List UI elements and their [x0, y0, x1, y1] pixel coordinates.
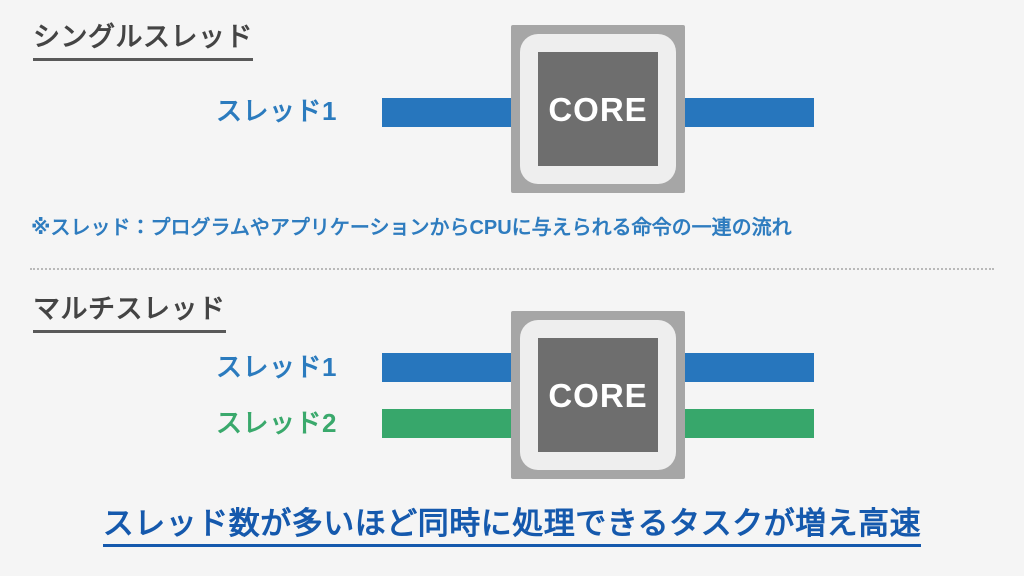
- thread-label-single-thread-1: スレッド1: [216, 96, 337, 126]
- cpu-core-label: CORE: [548, 376, 648, 414]
- thread-definition-note: ※スレッド：プログラムやアプリケーションからCPUに与えられる命令の一連の流れ: [31, 217, 792, 239]
- cpu-package-single-thread: CORE: [511, 25, 685, 193]
- thread-label-multi-thread-2: スレッド2: [216, 408, 337, 438]
- section-heading-single-thread: シングルスレッド: [33, 22, 253, 62]
- section-heading-multi-thread: マルチスレッド: [33, 294, 226, 334]
- thread-label-multi-thread-1: スレッド1: [216, 352, 337, 382]
- section-divider: [30, 268, 994, 270]
- conclusion-statement: スレッド数が多いほど同時に処理できるタスクが増え高速: [0, 505, 1024, 547]
- cpu-core-label: CORE: [548, 90, 648, 128]
- cpu-core-block: CORE: [538, 338, 658, 452]
- conclusion-statement-text: スレッド数が多いほど同時に処理できるタスクが増え高速: [102, 506, 922, 547]
- cpu-package-multi-thread: CORE: [511, 311, 685, 479]
- diagram-slide: シングルスレッド スレッド1 CORE ※スレッド：プログラムやアプリケーション…: [0, 0, 1024, 576]
- cpu-core-block: CORE: [538, 52, 658, 166]
